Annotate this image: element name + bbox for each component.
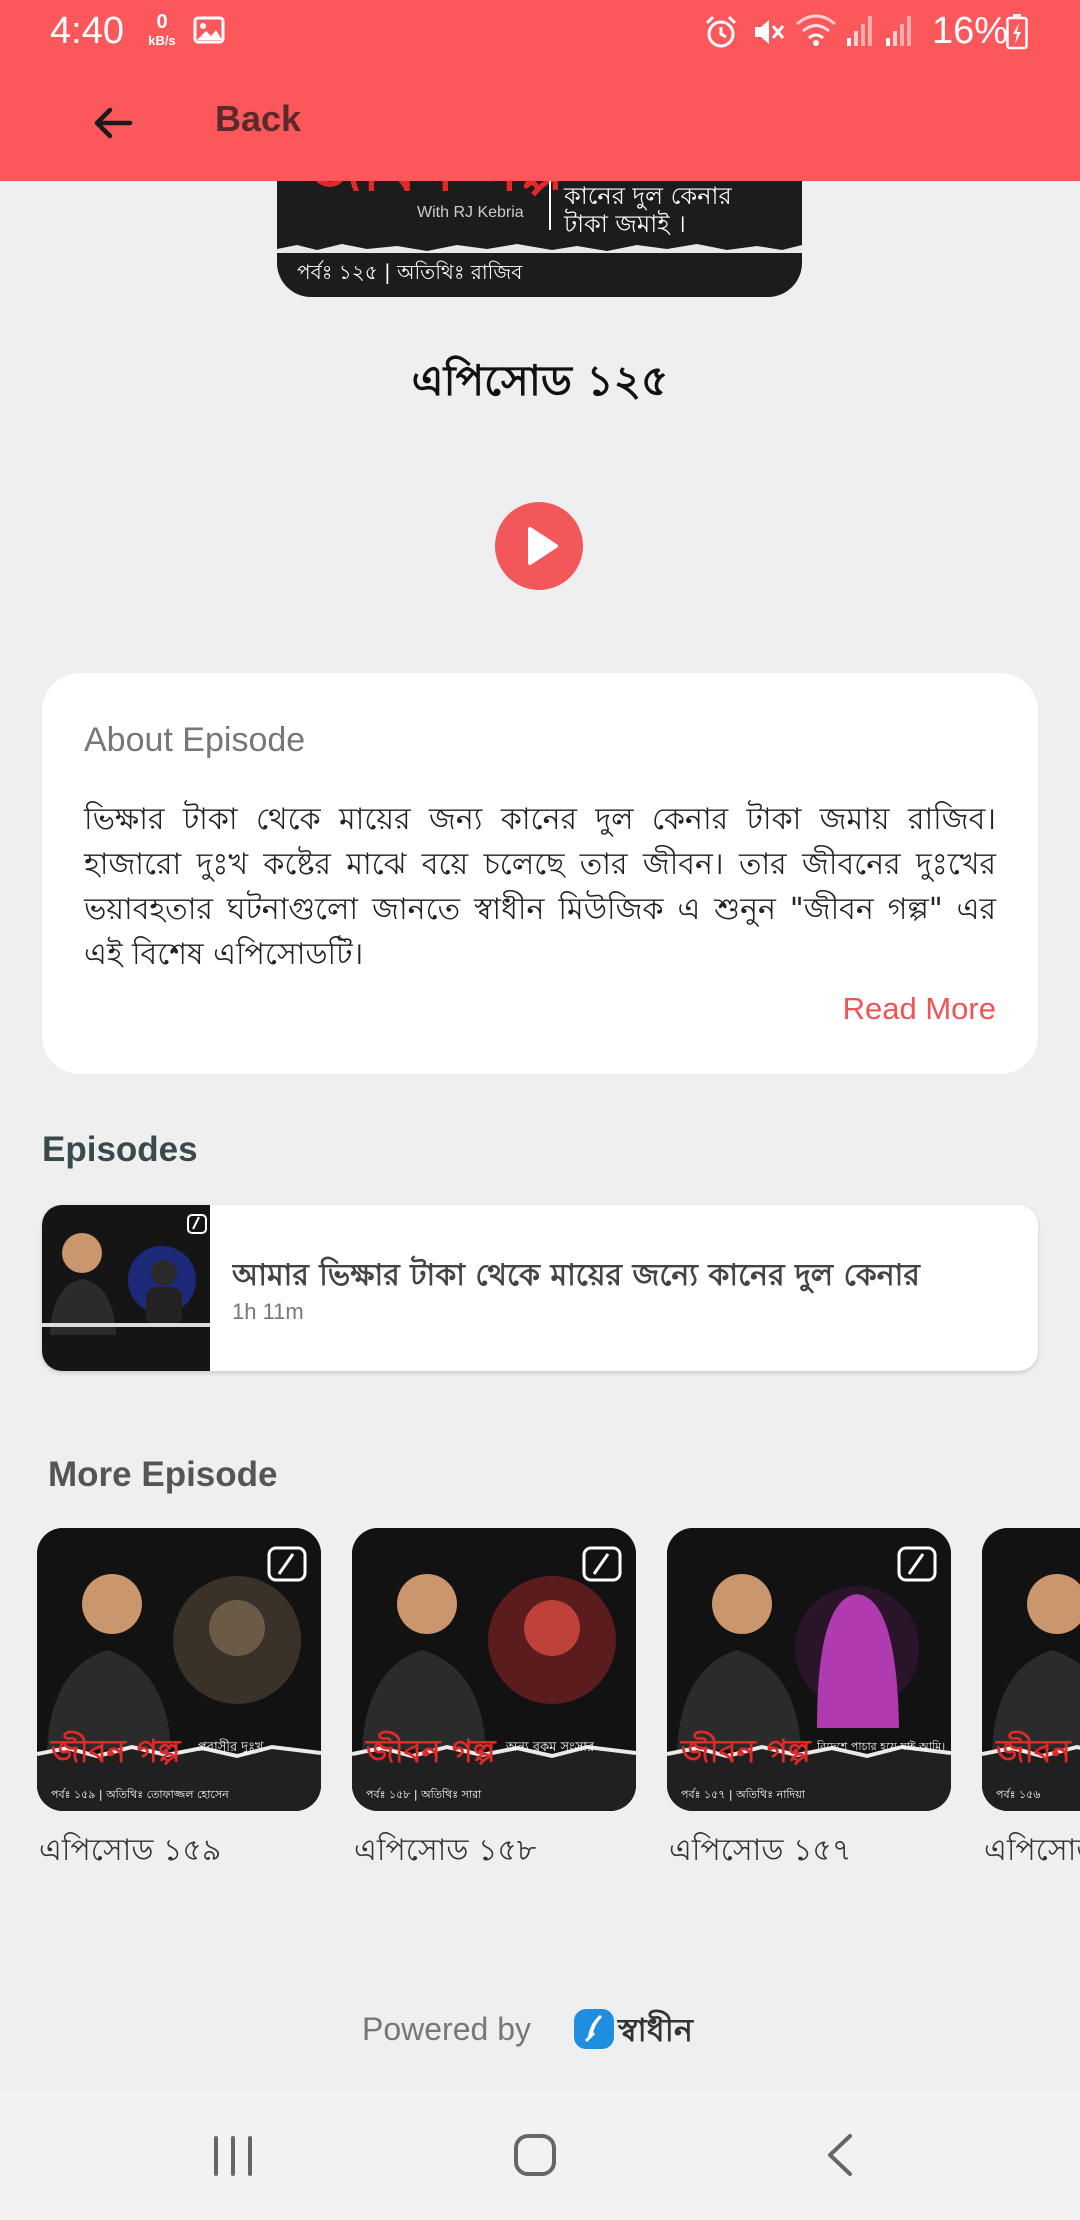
more-episode-art-tagline: প্রবাসীর দুঃখ [197,1740,264,1755]
nav-back-icon[interactable] [822,2132,858,2178]
more-episode-card[interactable]: জীবন গল্প পর্বঃ ১৫৬ এপিসোড ১৫৬ [982,1528,1080,1868]
play-button[interactable] [495,502,583,590]
more-episode-art-meta: পর্বঃ ১৫৯ | অতিথিঃ তোফাজ্জল হোসেন [51,1788,229,1801]
cover-art-tagline-2: টাকা জমাই । [564,210,686,238]
play-icon [528,527,558,565]
more-episode-art-meta: পর্বঃ ১৫৭ | অতিথিঃ নাদিয়া [681,1788,805,1801]
more-episode-art-meta: পর্বঃ ১৫৮ | অতিথিঃ সারা [366,1788,482,1801]
back-button[interactable]: Back [215,98,301,140]
header: Back [0,62,1080,181]
episode-title: এপিসোড ১২৫ [411,356,669,405]
read-more-link[interactable]: Read More [843,991,996,1027]
about-episode-card: About Episode ভিক্ষার টাকা থেকে মায়ের জ… [42,673,1038,1074]
episodes-heading: Episodes [42,1130,198,1169]
status-time: 4:40 [50,10,124,52]
episode-list-item-duration: 1h 11m [232,1299,304,1324]
alarm-icon [705,15,737,48]
system-navigation-bar [0,2092,1080,2220]
episode-list-item[interactable]: আমার ভিক্ষার টাকা থেকে মায়ের জন্যে কানে… [42,1205,1038,1371]
status-bar: 4:40 0 kB/s 16% [0,0,1080,62]
shadhin-logo-icon [574,2009,614,2049]
guest-photo [209,1600,265,1656]
signal-strength-2-icon [886,16,911,46]
more-episode-label: এপিসোড ১৫৭ [669,1833,852,1868]
episode-thumbnail [42,1205,210,1371]
more-episode-art: জীবন গল্প অন্য রকম সংসার পর্বঃ ১৫৮ | অতি… [352,1528,636,1811]
signal-strength-icon [847,16,872,46]
network-speed-unit: kB/s [148,33,176,48]
battery-level: 16% [932,10,1009,52]
home-icon[interactable] [512,2132,558,2178]
brand-name: স্বাধীন [618,2011,693,2049]
more-episode-label: এপিসোড ১৫৬ [984,1833,1080,1868]
more-episode-card[interactable]: জীবন গল্প বিদেশে পাচার হয়ে যাই আমি। পর্… [667,1528,951,1868]
app-bar: 4:40 0 kB/s 16% Back [0,0,1080,181]
about-episode-heading: About Episode [84,721,306,759]
about-episode-description: ভিক্ষার টাকা থেকে মায়ের জন্য কানের দুল … [84,802,996,972]
episode-list-item-title: আমার ভিক্ষার টাকা থেকে মায়ের জন্যে কানে… [232,1258,920,1293]
more-episode-art-title: জীবন গল্প [996,1732,1080,1770]
recent-apps-icon[interactable] [210,2134,256,2178]
more-episodes-carousel[interactable]: জীবন গল্প প্রবাসীর দুঃখ পর্বঃ ১৫৯ | অতিথ… [0,1528,1080,1868]
app-root: 4:40 0 kB/s 16% Back With RJ Kebria কানে… [0,0,1080,2220]
more-episode-card[interactable]: জীবন গল্প অন্য রকম সংসার পর্বঃ ১৫৮ | অতি… [352,1528,636,1868]
powered-by-label: Powered by [362,2011,531,2047]
more-episode-art-title: জীবন গল্প [366,1732,496,1770]
more-episode-label: এপিসোড ১৫৮ [354,1833,537,1868]
more-episode-art: জীবন গল্প পর্বঃ ১৫৬ [982,1528,1080,1811]
network-speed: 0 kB/s [142,12,182,47]
more-episode-art-tagline: অন্য রকম সংসার [506,1740,595,1755]
cover-art-torn-edge [277,244,802,253]
more-episode-art-title: জীবন গল্প [51,1732,181,1770]
more-episodes-heading: More Episode [48,1455,278,1494]
cover-art-meta: পর্বঃ ১২৫ | অতিথিঃ রাজিব [297,260,523,284]
network-speed-value: 0 [156,11,168,33]
image-notification-icon [193,16,225,44]
guest-photo [524,1600,580,1656]
back-arrow-icon[interactable] [90,100,136,146]
more-episode-art-meta: পর্বঃ ১৫৬ [996,1788,1041,1801]
battery-charging-icon [1006,14,1028,50]
more-episode-card[interactable]: জীবন গল্প প্রবাসীর দুঃখ পর্বঃ ১৫৯ | অতিথ… [37,1528,321,1868]
more-episode-art-title: জীবন গল্প [681,1732,811,1770]
more-episode-label: এপিসোড ১৫৯ [39,1833,222,1868]
more-episode-art-tagline: বিদেশে পাচার হয়ে যাই আমি। [817,1740,946,1753]
more-episode-art: জীবন গল্প বিদেশে পাচার হয়ে যাই আমি। পর্… [667,1528,951,1811]
cover-art-divider [549,180,551,230]
more-episode-art: জীবন গল্প প্রবাসীর দুঃখ পর্বঃ ১৫৯ | অতিথ… [37,1528,321,1811]
mute-icon [755,20,785,44]
wifi-icon [796,14,836,46]
powered-by-footer: Powered by স্বাধীন [0,2003,1080,2053]
cover-art-host: With RJ Kebria [417,204,524,221]
